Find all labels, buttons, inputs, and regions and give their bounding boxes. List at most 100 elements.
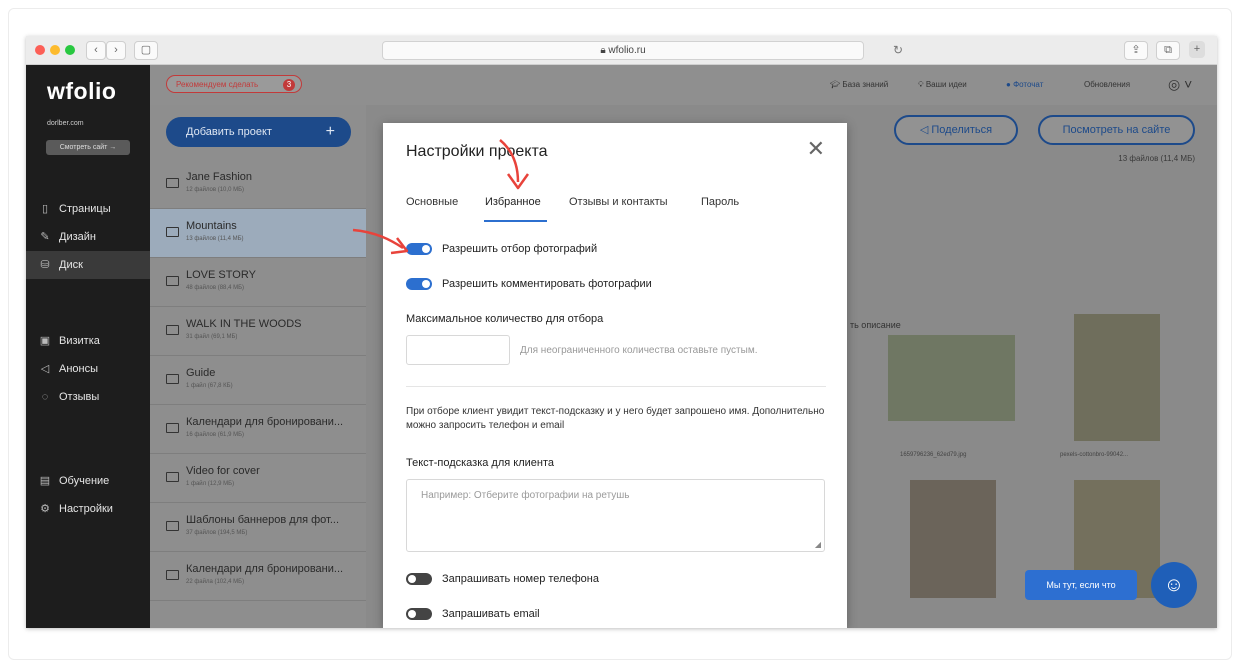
tab-reviews-contacts[interactable]: Отзывы и контакты [569, 196, 668, 208]
sidebar-item-label: Страницы [59, 203, 111, 215]
project-settings-modal: Настройки проекта ✕ Основные Избранное О… [383, 123, 847, 628]
photo-thumbnail[interactable] [910, 480, 996, 598]
gear-icon: ⚙ [40, 503, 50, 515]
chat-icon[interactable]: ☺ [1151, 562, 1197, 608]
sidebar-item-label: Дизайн [59, 231, 96, 243]
add-project-button[interactable]: Добавить проект + [166, 117, 351, 147]
close-icon[interactable]: ✕ [807, 136, 825, 162]
active-tab-indicator [484, 220, 547, 222]
sidebar-item-settings[interactable]: ⚙ Настройки [26, 495, 150, 523]
project-item[interactable]: Календари для бронировани... 22 файла (10… [150, 552, 366, 601]
recommend-label: Рекомендуем сделать [176, 80, 259, 89]
maximize-window-button[interactable] [65, 45, 75, 55]
project-name: WALK IN THE WOODS [186, 318, 302, 330]
project-item[interactable]: LOVE STORY 48 файлов (88,4 МБ) [150, 258, 366, 307]
share-icon[interactable]: ⇪ [1124, 41, 1148, 60]
project-size: 48 файлов (88,4 МБ) [186, 285, 245, 291]
view-site-button[interactable]: Смотреть сайт → [46, 140, 130, 155]
minimize-window-button[interactable] [50, 45, 60, 55]
sidebar-item-reviews[interactable]: ◌ Отзывы [26, 383, 150, 411]
tab-basic[interactable]: Основные [406, 196, 458, 208]
client-hint-textarea[interactable]: Например: Отберите фотографии на ретушь ◢ [406, 479, 825, 552]
back-icon[interactable]: ‹ [86, 41, 106, 60]
tab-favorites[interactable]: Избранное [485, 196, 541, 208]
project-size: 22 файла (102,4 МБ) [186, 579, 245, 585]
project-size: 16 файлов (61,9 МБ) [186, 432, 245, 438]
photochat-icon: ● [1006, 80, 1014, 89]
sidebar-item-announcements[interactable]: ◁ Анонсы [26, 355, 150, 383]
project-name: LOVE STORY [186, 269, 256, 281]
folder-icon [166, 521, 179, 531]
forward-icon[interactable]: › [106, 41, 126, 60]
description-placeholder[interactable]: ть описание [850, 320, 901, 330]
folder-icon [166, 178, 179, 188]
recommend-button[interactable]: Рекомендуем сделать 3 [166, 75, 302, 93]
project-item[interactable]: Video for cover 1 файл (12,9 МБ) [150, 454, 366, 503]
updates-link[interactable]: Обновления [1084, 80, 1130, 89]
resize-handle-icon[interactable]: ◢ [815, 540, 821, 549]
browser-window: ‹ › ▢ 🔒︎ wfolio.ru ↻ ⇪ ⧉ + wfolio dorlbe… [26, 36, 1217, 628]
sidebar-toggle-icon[interactable]: ▢ [134, 41, 158, 60]
ask-phone-toggle[interactable] [406, 573, 432, 586]
max-count-label: Максимальное количество для отбора [406, 313, 604, 325]
sidebar-item-design[interactable]: ✎ Дизайн [26, 223, 150, 251]
chat-hint[interactable]: Мы тут, если что [1025, 570, 1137, 600]
ask-email-toggle[interactable] [406, 608, 432, 621]
project-item[interactable]: Шаблоны баннеров для фот... 37 файлов (19… [150, 503, 366, 552]
new-tab-icon[interactable]: + [1189, 41, 1205, 58]
file-count: 13 файлов (11,4 МБ) [1118, 154, 1195, 163]
photochat-link[interactable]: ● Фоточат [1006, 80, 1043, 89]
brush-icon: ✎ [40, 231, 50, 243]
modal-title: Настройки проекта [406, 143, 548, 160]
photo-caption: 1659796236_62ed79.jpg [900, 452, 967, 458]
sidebar-item-label: Настройки [59, 503, 113, 515]
project-item[interactable]: Guide 1 файл (67,8 КБ) [150, 356, 366, 405]
ideas-link[interactable]: 💡︎ Ваши идеи [918, 80, 967, 90]
reload-icon[interactable]: ↻ [893, 42, 903, 59]
sidebar-item-label: Отзывы [59, 391, 100, 403]
plus-icon: + [325, 123, 335, 140]
knowledge-base-label: База знаний [842, 80, 889, 89]
folder-icon [166, 570, 179, 580]
address-bar[interactable]: 🔒︎ wfolio.ru ↻ [382, 41, 903, 60]
ask-email-row: Запрашивать email [406, 608, 540, 621]
account-icon[interactable]: ◎ ˅ [1168, 76, 1192, 93]
allow-select-toggle[interactable] [406, 243, 432, 256]
client-hint-placeholder: Например: Отберите фотографии на ретушь [421, 490, 630, 501]
project-item[interactable]: Mountains 13 файлов (11,4 МБ) [150, 209, 366, 258]
project-name: Mountains [186, 220, 237, 232]
share-button[interactable]: ◁ Поделиться [894, 115, 1018, 145]
sidebar-item-learning[interactable]: ▤ Обучение [26, 467, 150, 495]
folder-icon [166, 276, 179, 286]
sidebar-item-card[interactable]: ▣ Визитка [26, 327, 150, 355]
project-item[interactable]: Календари для бронировани... 16 файлов (6… [150, 405, 366, 454]
folder-icon [166, 374, 179, 384]
project-item[interactable]: WALK IN THE WOODS 31 файл (69,1 МБ) [150, 307, 366, 356]
close-window-button[interactable] [35, 45, 45, 55]
knowledge-base-link[interactable]: 🎓︎ База знаний [830, 80, 888, 89]
sidebar-item-label: Визитка [59, 335, 100, 347]
folder-icon [166, 423, 179, 433]
allow-comment-row: Разрешить комментировать фотографии [406, 278, 652, 291]
sidebar-item-pages[interactable]: ▯ Страницы [26, 195, 150, 223]
project-item[interactable]: Jane Fashion 12 файлов (10,0 МБ) [150, 160, 366, 209]
client-hint-label: Текст-подсказка для клиента [406, 457, 555, 469]
browser-titlebar: ‹ › ▢ 🔒︎ wfolio.ru ↻ ⇪ ⧉ + [26, 36, 1217, 65]
view-on-site-button[interactable]: Посмотреть на сайте [1038, 115, 1195, 145]
photo-thumbnail[interactable] [888, 335, 1015, 421]
tab-password[interactable]: Пароль [701, 196, 739, 208]
photo-thumbnail[interactable] [1074, 314, 1160, 441]
ask-phone-label: Запрашивать номер телефона [442, 573, 599, 585]
project-name: Video for cover [186, 465, 260, 477]
max-count-input[interactable] [406, 335, 510, 365]
sidebar-item-disk[interactable]: ⛁ Диск [26, 251, 150, 279]
divider [406, 386, 826, 387]
allow-comment-toggle[interactable] [406, 278, 432, 291]
allow-select-label: Разрешить отбор фотографий [442, 243, 598, 255]
tabs-icon[interactable]: ⧉ [1156, 41, 1180, 60]
project-size: 31 файл (69,1 МБ) [186, 334, 238, 340]
ask-phone-row: Запрашивать номер телефона [406, 573, 599, 586]
book-icon: ▤ [39, 475, 51, 487]
project-name: Календари для бронировани... [186, 416, 344, 428]
project-name: Guide [186, 367, 216, 379]
